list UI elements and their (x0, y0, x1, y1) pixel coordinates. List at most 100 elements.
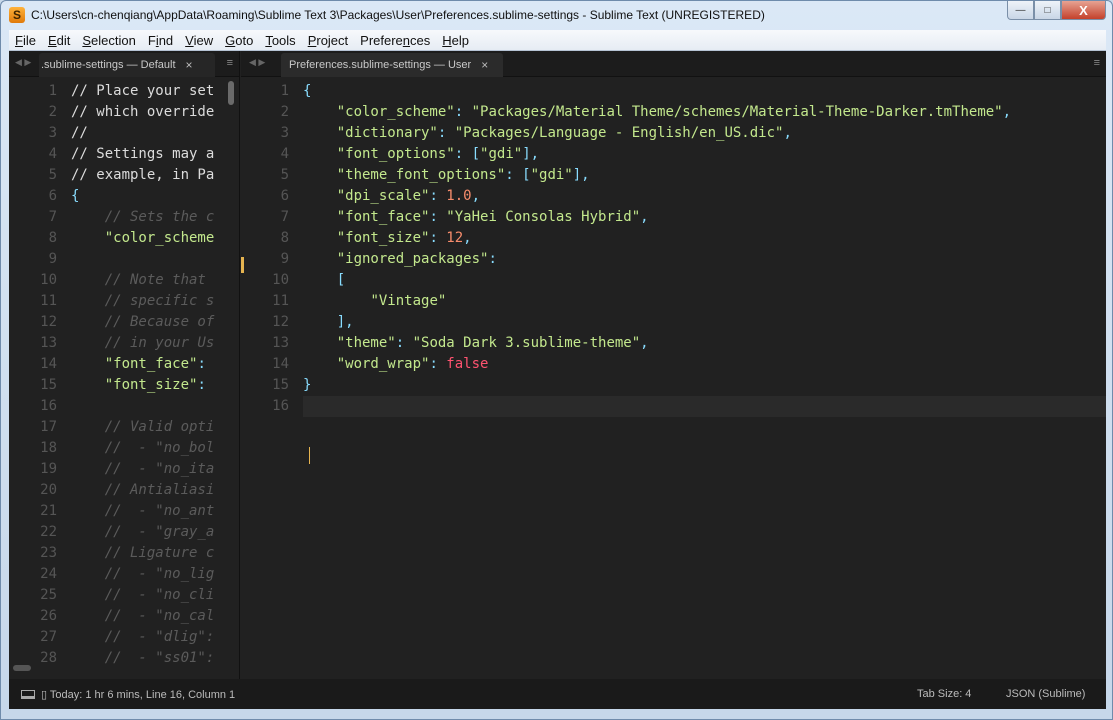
tab-close-icon[interactable]: × (186, 58, 193, 72)
close-button[interactable]: X (1061, 1, 1106, 20)
right-pane-menu-icon[interactable]: ≡ (1094, 57, 1100, 69)
menu-item[interactable]: File (9, 33, 42, 48)
maximize-button[interactable]: □ (1034, 1, 1061, 20)
code-line[interactable]: "font_size": 12, (303, 228, 1106, 249)
code-line[interactable]: { (71, 186, 239, 207)
line-number: 8 (280, 230, 289, 246)
code-line[interactable]: // Because of (71, 312, 239, 333)
code-line[interactable]: [ (303, 270, 1106, 291)
tab-user-settings[interactable]: Preferences.sublime-settings — User × (281, 53, 503, 77)
menu-item[interactable]: Help (436, 33, 475, 48)
code-line[interactable]: "Vintage" (303, 291, 1106, 312)
code-line[interactable]: "color_scheme": "Packages/Material Theme… (303, 102, 1106, 123)
code-line[interactable]: // - "no_ita (71, 459, 239, 480)
left-tab-nav-arrows[interactable]: ◀ ▶ (15, 57, 31, 68)
window-bottom-border (1, 709, 1112, 720)
menu-item[interactable]: Preferences (354, 33, 436, 48)
code-line[interactable] (71, 396, 239, 417)
menu-item[interactable]: Project (302, 33, 354, 48)
code-line[interactable]: "theme_font_options": ["gdi"], (303, 165, 1106, 186)
vertical-scrollbar-thumb[interactable] (228, 81, 234, 105)
title-bar[interactable]: S C:\Users\cn-chenqiang\AppData\Roaming\… (1, 1, 1112, 30)
code-line[interactable]: "font_size": (71, 375, 239, 396)
minimize-button[interactable]: — (1007, 1, 1034, 20)
line-number: 4 (280, 146, 289, 162)
code-token: "YaHei Consolas Hybrid" (446, 209, 641, 225)
code-line[interactable]: "theme": "Soda Dark 3.sublime-theme", (303, 333, 1106, 354)
code-line[interactable]: // (71, 123, 239, 144)
menu-item[interactable]: Edit (42, 33, 76, 48)
code-line[interactable]: // - "no_cli (71, 585, 239, 606)
right-code-area[interactable]: 1 2 3 4 5 6 7 8 9 10 11 12 13 14 15 16 { "color_scheme"… (241, 77, 1106, 679)
code-line[interactable]: // - "dlig": (71, 627, 239, 648)
code-line[interactable]: } (303, 375, 1106, 396)
line-number: 3 (280, 125, 289, 141)
code-token: "font_size" (336, 230, 430, 246)
code-line[interactable]: // Antialiasi (71, 480, 239, 501)
line-number-gutter: 1 2 3 4 5 6 7 8 9 10 11 12 13 14 15 16 (241, 77, 297, 679)
code-line[interactable]: // - "no_cal (71, 606, 239, 627)
code-token: : (429, 230, 447, 246)
code-token: // - "no_cal (71, 608, 215, 624)
code-line[interactable] (71, 249, 239, 270)
horizontal-scrollbar-thumb[interactable] (13, 665, 31, 671)
code-line[interactable]: "font_face": (71, 354, 239, 375)
code-line[interactable]: // Place your set (71, 81, 239, 102)
menu-item[interactable]: View (179, 33, 219, 48)
code-token: "dpi_scale" (336, 188, 430, 204)
code-line[interactable]: // Ligature c (71, 543, 239, 564)
code-line[interactable]: "dpi_scale": 1.0, (303, 186, 1106, 207)
code-token: , (640, 209, 649, 225)
right-tab-nav-arrows[interactable]: ◀ ▶ (249, 57, 265, 68)
code-line[interactable]: // - "gray_a (71, 522, 239, 543)
code-lines[interactable]: // Place your set // which override // // S… (71, 81, 239, 669)
right-pane-user-settings[interactable]: ◀ ▶ Preferences.sublime-settings — User … (241, 51, 1106, 679)
tab-default-settings[interactable]: .sublime-settings — Default × (39, 53, 215, 77)
left-code-area[interactable]: 1 2 3 4 5 6 7 8 9 10 11 12 13 14 15 16 17 18 19 20 21 22 23 24 2… (9, 77, 239, 679)
status-text: ▯ Today: 1 hr 6 mins, Line 16, Column 1 (41, 689, 236, 701)
line-number: 4 (48, 146, 57, 162)
code-line[interactable]: // which override (71, 102, 239, 123)
code-line[interactable]: // - "no_lig (71, 564, 239, 585)
code-line[interactable]: "ignored_packages": (303, 249, 1106, 270)
code-token: "gdi" (530, 167, 573, 183)
code-line[interactable]: "color_scheme (71, 228, 239, 249)
code-line[interactable]: "font_face": "YaHei Consolas Hybrid", (303, 207, 1106, 228)
code-lines[interactable]: { "color_scheme": "Packages/Material The… (303, 81, 1106, 417)
menu-item[interactable]: Selection (76, 33, 141, 48)
panel-toggle-icon[interactable] (21, 690, 35, 699)
menu-item[interactable]: Goto (219, 33, 259, 48)
code-line[interactable]: { (303, 81, 1106, 102)
left-pane-menu-icon[interactable]: ≡ (227, 57, 233, 69)
menu-item[interactable]: Tools (259, 33, 301, 48)
code-line[interactable]: "dictionary": "Packages/Language - Engli… (303, 123, 1106, 144)
code-line[interactable]: // example, in Pa (71, 165, 239, 186)
tab-size-indicator[interactable]: Tab Size: 4 (917, 688, 971, 700)
code-line[interactable]: // - "no_bol (71, 438, 239, 459)
right-tab-bar: ◀ ▶ Preferences.sublime-settings — User … (241, 51, 1106, 77)
code-line[interactable]: "font_options": ["gdi"], (303, 144, 1106, 165)
code-line[interactable]: // Valid opti (71, 417, 239, 438)
menu-item[interactable]: Find (142, 33, 179, 48)
code-line[interactable]: // Sets the c (71, 207, 239, 228)
tab-close-icon[interactable]: × (481, 58, 488, 72)
syntax-indicator[interactable]: JSON (Sublime) (1006, 688, 1085, 700)
code-line[interactable]: ], (303, 312, 1106, 333)
code-line[interactable]: // Settings may a (71, 144, 239, 165)
code-line[interactable]: "word_wrap": false (303, 354, 1106, 375)
code-line[interactable] (303, 396, 1106, 417)
code-line[interactable]: // specific s (71, 291, 239, 312)
code-line[interactable]: // - "no_ant (71, 501, 239, 522)
code-token: "Soda Dark 3.sublime-theme" (412, 335, 641, 351)
left-pane-default-settings[interactable]: ◀ ▶ .sublime-settings — Default × ≡ 1234… (9, 51, 240, 679)
line-number: 18 (40, 440, 57, 456)
code-line[interactable]: // in your Us (71, 333, 239, 354)
code-line[interactable]: // - "ss01": (71, 648, 239, 669)
code-token: "Vintage" (370, 293, 447, 309)
code-line[interactable]: // Note that (71, 270, 239, 291)
